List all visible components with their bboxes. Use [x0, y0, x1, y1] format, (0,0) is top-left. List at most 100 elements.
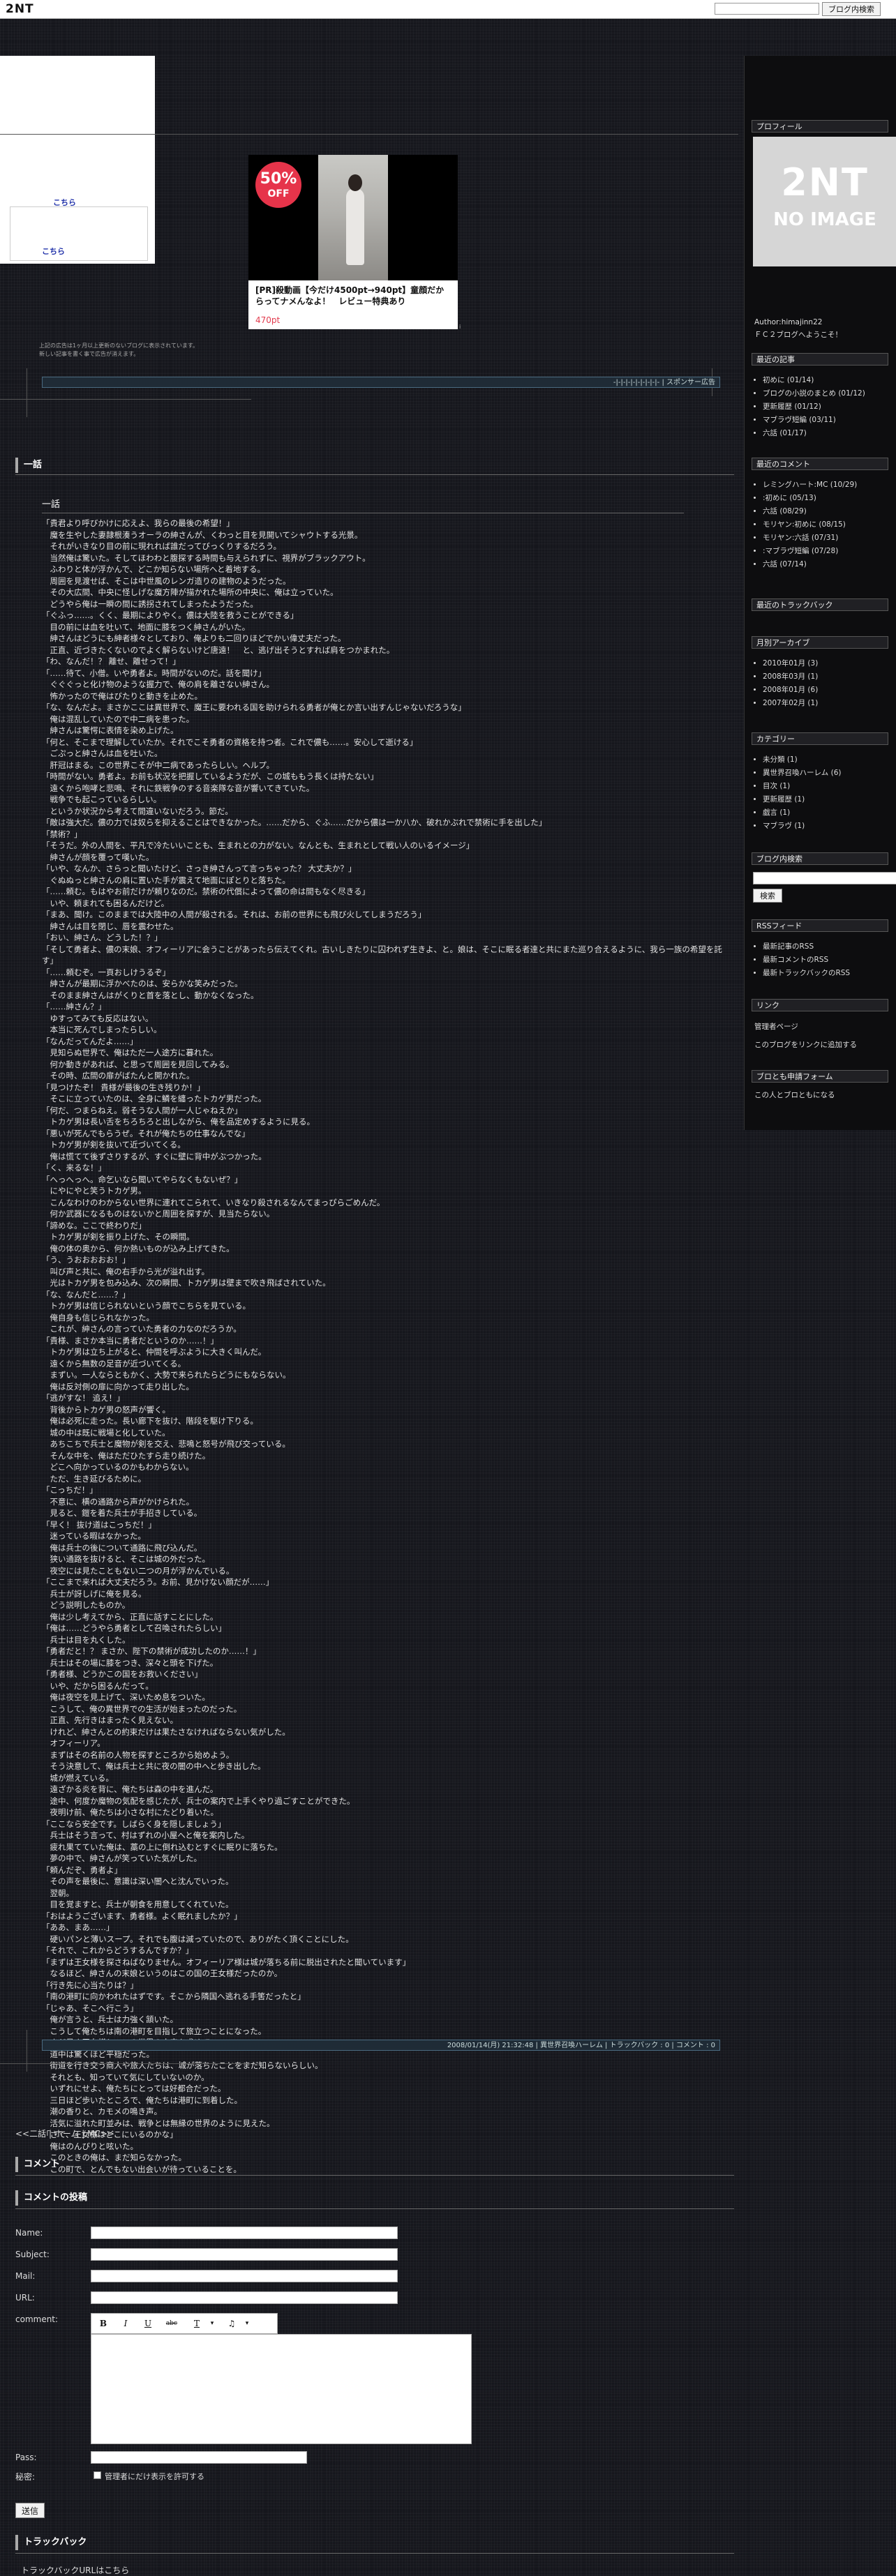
mail-input[interactable]	[91, 2270, 398, 2282]
recent-comment-link[interactable]: :マブラヴ短編 (07/28)	[763, 545, 857, 558]
submit-button[interactable]: 送信	[15, 2503, 45, 2518]
recent-comment-link[interactable]: モリヤン:六話 (07/31)	[763, 532, 857, 545]
secret-checkbox[interactable]	[94, 2471, 101, 2479]
article-line: そんな中を、俺はただひたすら走り続けた。	[42, 1450, 211, 1461]
article-line: どう説明したものか。	[42, 1600, 130, 1610]
archive-link[interactable]: 2007年02月 (1)	[763, 697, 818, 710]
sidebar-search-button[interactable]: 検索	[753, 889, 782, 903]
chevron-down-icon[interactable]: ▾	[204, 2317, 220, 2330]
recent-post-link[interactable]: 更新履歴 (01/12)	[763, 400, 865, 414]
article-line: 光はトカゲ男を包み込み、次の瞬間、トカゲ男は壁まで吹き飛ばされていた。	[42, 1278, 331, 1288]
rss-title: RSSフィード	[752, 919, 888, 932]
subject-input[interactable]	[91, 2248, 398, 2261]
friend-request-link[interactable]: この人とブロともになる	[754, 1090, 835, 1100]
category-link[interactable]: 目次 (1)	[763, 780, 842, 793]
prev-post-link[interactable]: <<二話	[15, 2129, 46, 2139]
name-label: Name:	[15, 2228, 43, 2238]
article-line: 「南の港町に向かわれたはずです。そこから隣国へ逃れる手筈だったと」	[42, 1991, 306, 2001]
recent-posts-list: 初めに (01/14)ブログの小説のまとめ (01/12)更新履歴 (01/12…	[754, 374, 865, 440]
recent-comment-link[interactable]: レミングハート:MC (10/29)	[763, 479, 857, 492]
archive-link[interactable]: 2010年01月 (3)	[763, 657, 818, 670]
article-line: こんなわけのわからない世界に連れてこられて、いきなり殺されるなんてまっぴらごめん…	[42, 1197, 385, 1207]
recent-trackbacks-title: 最近のトラックバック	[752, 598, 888, 611]
italic-button[interactable]: I	[118, 2317, 133, 2330]
pass-input[interactable]	[91, 2451, 307, 2464]
recent-post-link[interactable]: 六話 (01/17)	[763, 427, 865, 440]
article-line: 俺は少し考えてから、正直に話すことにした。	[42, 1611, 218, 1622]
blog-search-input[interactable]	[715, 3, 819, 15]
article-line: 「……頼むぞ。一頁おしけうるぞ」	[42, 967, 170, 977]
product-title[interactable]: [PR]殺動画【今だけ4500pt→940pt】童顔だからってナメんなよ！ レビ…	[255, 285, 452, 307]
article-line: 「おい、紳さん、どうした！？」	[42, 933, 163, 942]
admin-page-link[interactable]: 管理者ページ	[754, 1021, 798, 1032]
chevron-down-icon[interactable]: ▾	[239, 2317, 255, 2330]
strike-button[interactable]: abc	[164, 2317, 179, 2330]
blog-search-button[interactable]: ブログ内検索	[822, 2, 881, 16]
category-link[interactable]: マブラヴ (1)	[763, 820, 842, 833]
article-line: 目の前には血を吐いて、地面に膝をつく紳さんがいた。	[42, 622, 251, 632]
article-line: いや、だから困るんだって。	[42, 1680, 154, 1691]
article-line: 「な、なんだよ。まさかここは異世界で、魔王に要われる国を助けられる勇者が俺とか言…	[42, 702, 466, 712]
comment-textarea[interactable]	[91, 2334, 472, 2444]
url-input[interactable]	[91, 2291, 398, 2304]
product-price: 470pt	[255, 315, 281, 325]
product-ad[interactable]: 50% OFF [PR]殺動画【今だけ4500pt→940pt】童顔だからってナ…	[248, 155, 458, 329]
subject-label: Subject:	[15, 2250, 50, 2259]
rss-link[interactable]: 最新記事のRSS	[763, 940, 850, 954]
sidebar-search-input[interactable]	[753, 872, 896, 884]
article-line: 街道を行き交う商人や旅人たちは、城が落ちたことをまだ知らないらしい。	[42, 2061, 323, 2070]
friend-form-title: ブロとも申請フォーム	[752, 1070, 888, 1083]
color-button[interactable]: ♫	[224, 2317, 239, 2330]
article-line: そこに立っていたのは、全身に鱗を纏ったトカゲ男だった。	[42, 1094, 267, 1104]
recent-posts-title: 最近の記事	[752, 353, 888, 366]
article-line: それがいきなり目の前に現れれば誰だってびっくりするだろう。	[42, 541, 282, 551]
post-footer[interactable]: 2008/01/14(月) 21:32:48 | 異世界召喚ハーレム | トラッ…	[42, 2040, 720, 2051]
article-line: トカゲ男が剣を振り上げた、その瞬間。	[42, 1232, 195, 1242]
trackback-url[interactable]: トラックバックURLはこちら	[21, 2564, 129, 2576]
name-input[interactable]	[91, 2227, 398, 2239]
sponsor-bar[interactable]: -|-|-|-|-|-|-|-|-|- | スポンサー広告	[42, 377, 720, 388]
links-title: リンク	[752, 999, 888, 1011]
recent-comment-link[interactable]: 六話 (07/14)	[763, 558, 857, 571]
category-link[interactable]: 未分類 (1)	[763, 753, 842, 767]
archive-link[interactable]: 2008年03月 (1)	[763, 670, 818, 684]
recent-post-link[interactable]: ブログの小説のまとめ (01/12)	[763, 387, 865, 400]
article-line: 「頼んだぞ、勇者よ」	[42, 1865, 122, 1875]
font-size-button[interactable]: T	[189, 2317, 204, 2330]
category-link[interactable]: 戯言 (1)	[763, 806, 842, 820]
rss-link[interactable]: 最新コメントのRSS	[763, 954, 850, 967]
article-line: 俺は慌てて後ずさりするが、すぐに壁に背中がぶつかった。	[42, 1151, 267, 1161]
recent-comment-link[interactable]: 六話 (08/29)	[763, 505, 857, 518]
home-link[interactable]: ホーム	[54, 2129, 80, 2139]
category-link[interactable]: 更新履歴 (1)	[763, 793, 842, 806]
recent-post-link[interactable]: マブラヴ短編 (03/11)	[763, 414, 865, 427]
ad-link-2[interactable]: こちら	[42, 246, 65, 257]
bold-button[interactable]: B	[96, 2317, 111, 2330]
ad-info-icon[interactable]: i	[459, 324, 461, 330]
article-line: 「そして勇者よ、儂の末娘、オフィーリアに会うことがあったら伝えてくれ。古いしきた…	[42, 944, 722, 966]
product-image[interactable]: 50% OFF	[248, 155, 458, 280]
category-link[interactable]: 異世界召喚ハーレム (6)	[763, 767, 842, 780]
archive-link[interactable]: 2008年01月 (6)	[763, 684, 818, 697]
article-line: 「行き先に心当たりは？」	[42, 1980, 138, 1990]
article-line: 周囲を見渡せば、そこは中世風のレンガ造りの建物のようだった。	[42, 575, 291, 586]
article-line: 「何だ、つまらねえ。弱そうな人間が一人じゃねえか」	[42, 1105, 243, 1115]
article-title: 一話	[42, 497, 684, 513]
underline-button[interactable]: U	[140, 2317, 156, 2330]
category-list: 未分類 (1)異世界召喚ハーレム (6)目次 (1)更新履歴 (1)戯言 (1)…	[754, 753, 842, 833]
article-line: 「敵は強大だ。儂の力では奴らを抑えることはできなかった。……だから、ぐふ……だか…	[42, 818, 547, 827]
article-line: 途中、何度か魔物の気配を感じたが、兵士の案内で上手くやり過ごすことができた。	[42, 1795, 355, 1806]
next-post-link[interactable]: MC>>	[87, 2129, 114, 2139]
recent-comment-link[interactable]: :初めに (05/13)	[763, 492, 857, 505]
article-line: 「じゃあ、そこへ行こう」	[42, 2003, 138, 2013]
rss-link[interactable]: 最新トラックバックのRSS	[763, 967, 850, 980]
article-line: 不意に、横の通路から声がかけられた。	[42, 1496, 195, 1507]
article-line: 「早く！ 抜け道はこっちだ！」	[42, 1519, 156, 1530]
article-line: それとも、知っていて気にしていないのか。	[42, 2072, 209, 2082]
add-link-link[interactable]: このブログをリンクに追加する	[754, 1039, 857, 1050]
recent-post-link[interactable]: 初めに (01/14)	[763, 374, 865, 387]
site-logo[interactable]: 2NT	[6, 2, 34, 16]
recent-comment-link[interactable]: モリヤン:初めに (08/15)	[763, 518, 857, 532]
secret-option-label: 管理者にだけ表示を許可する	[105, 2472, 204, 2481]
article-line: 「なんだってんだよ……」	[42, 1036, 138, 1046]
